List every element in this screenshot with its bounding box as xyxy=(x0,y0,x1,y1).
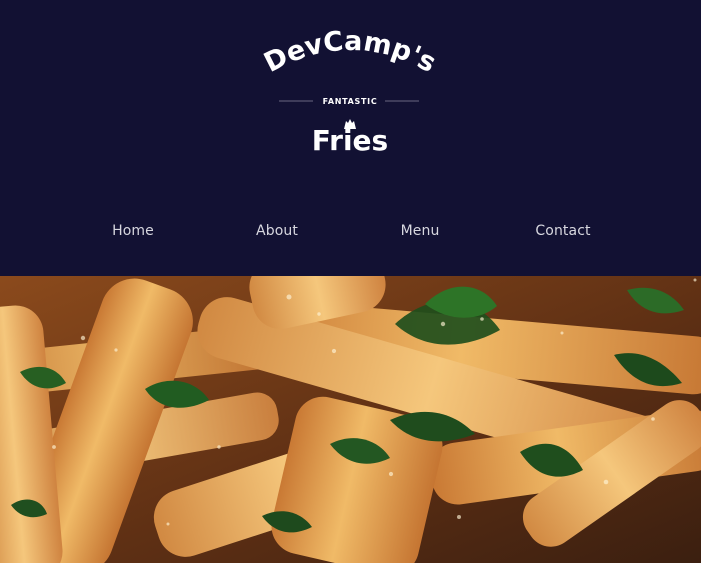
nav-menu[interactable]: Menu xyxy=(401,221,440,241)
main-navigation: Home About Menu Contact xyxy=(0,221,701,243)
fries-icon xyxy=(344,119,356,129)
site-header: DevCamp's FANTASTIC Fries Home About Men… xyxy=(0,0,701,276)
brand-logo[interactable]: DevCamp's FANTASTIC Fries xyxy=(259,24,441,159)
nav-contact[interactable]: Contact xyxy=(535,221,590,241)
logo-tagline: FANTASTIC xyxy=(323,97,378,106)
nav-about[interactable]: About xyxy=(256,221,298,241)
logo-line1: DevCamp's xyxy=(259,26,441,79)
logo-line1-path: DevCamp's xyxy=(259,26,441,79)
fries-hero-image xyxy=(0,276,701,563)
logo-svg: DevCamp's FANTASTIC Fries xyxy=(259,26,441,157)
nav-home[interactable]: Home xyxy=(112,221,154,241)
fries-photo xyxy=(0,276,701,563)
